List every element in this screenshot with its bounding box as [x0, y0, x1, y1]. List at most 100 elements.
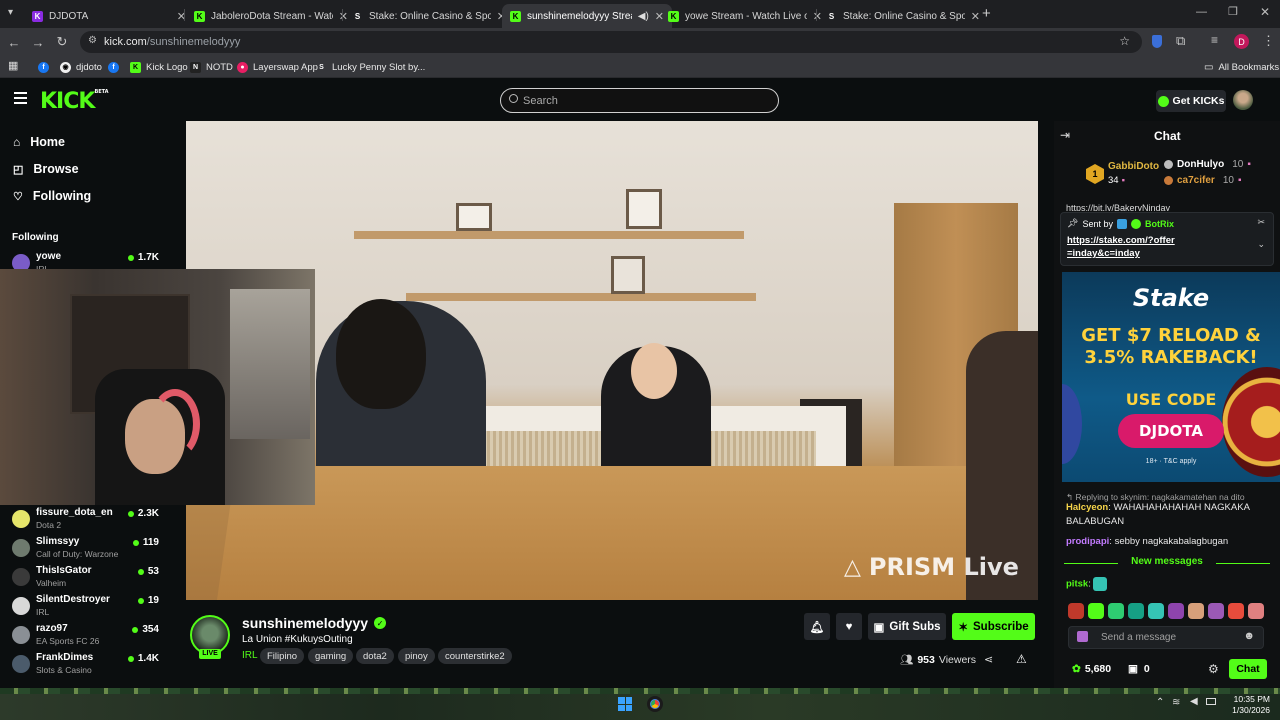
emote-icon[interactable] — [1128, 603, 1144, 619]
tag-chip[interactable]: counterstirke2 — [438, 648, 512, 664]
forward-button[interactable]: → — [29, 33, 47, 51]
sidebar-channel[interactable]: razo97 EA Sports FC 26 354 — [12, 623, 162, 651]
new-messages-divider[interactable]: New messages — [1054, 556, 1280, 567]
battery-icon[interactable] — [1206, 698, 1216, 705]
tab-sunshinemelodyyy[interactable]: K sunshinemelodyyy Stream ◀) ✕ — [502, 4, 672, 28]
bookmark-kick-logo[interactable]: K Kick Logo — [130, 59, 188, 75]
gifts-display[interactable]: ▣ 0 — [1128, 663, 1150, 675]
emote-icon[interactable] — [1208, 603, 1224, 619]
tab-search-icon[interactable]: ▾ — [8, 7, 22, 21]
expand-pinned-icon[interactable]: ⌄ — [1257, 239, 1265, 250]
tag-chip[interactable]: dota2 — [356, 648, 394, 664]
chrome-taskbar-icon[interactable] — [647, 696, 663, 712]
chat-username[interactable]: prodipapi — [1066, 536, 1109, 547]
address-bar[interactable]: ⚙ kick.com/sunshinemelodyyy ☆ — [80, 31, 1142, 53]
gift-icon[interactable] — [1077, 631, 1088, 642]
emote-icon[interactable] — [1228, 603, 1244, 619]
chat-settings-icon[interactable]: ⚙ — [1208, 662, 1219, 676]
points-display[interactable]: ✿ 5,680 — [1072, 663, 1111, 675]
emote-icon[interactable] — [1248, 603, 1264, 619]
back-button[interactable]: ← — [5, 33, 23, 51]
partial-chat-link[interactable]: https://bit.ly/BakeryNinday — [1066, 203, 1216, 211]
tab-stake-1[interactable]: S Stake: Online Casino & Sports B ✕ — [344, 4, 514, 28]
tag-chip[interactable]: Filipino — [260, 648, 305, 664]
sidebar-item-home[interactable]: ⌂ Home — [13, 135, 65, 149]
kick-logo[interactable]: KICKBETA — [40, 89, 109, 114]
notification-bell-button[interactable]: 🔔︎ — [804, 613, 830, 640]
tab-separator — [184, 9, 185, 21]
sidebar-item-browse[interactable]: ◰ Browse — [13, 162, 79, 176]
unpin-icon[interactable]: ✂ — [1257, 217, 1265, 228]
report-warning-icon[interactable]: ⚠ — [1016, 652, 1027, 666]
user-avatar[interactable] — [1233, 90, 1253, 110]
tab-yowe[interactable]: K yowe Stream - Watch Live on Ki ✕ — [660, 4, 830, 28]
subscribe-button[interactable]: ✶ Subscribe — [952, 613, 1035, 640]
all-bookmarks-button[interactable]: ▭ All Bookmarks — [1204, 59, 1279, 75]
apps-grid-icon[interactable]: ▦ — [8, 59, 18, 72]
pinned-link[interactable]: https://stake.com/?offer=inday&c=inday — [1067, 234, 1177, 260]
leaderboard-rank-2[interactable]: DonHulyo 10 ▪ — [1164, 159, 1251, 170]
extensions-puzzle-icon[interactable]: ⧉ — [1176, 33, 1185, 49]
wifi-icon[interactable]: ≋ — [1172, 697, 1180, 708]
leaderboard-rank-3[interactable]: ca7cifer 10 ▪ — [1164, 175, 1241, 186]
bookmark-star-icon[interactable]: ☆ — [1119, 34, 1130, 48]
bookmark-lucky-penny[interactable]: S Lucky Penny Slot by... — [316, 59, 425, 75]
collapse-chat-icon[interactable]: ⇥ — [1060, 128, 1070, 142]
emote-icon[interactable] — [1168, 603, 1184, 619]
site-info-icon[interactable]: ⚙ — [88, 35, 97, 46]
sidebar-channel[interactable]: ThisIsGator Valheim 53 — [12, 565, 162, 593]
chat-username[interactable]: Halcyeon — [1066, 502, 1108, 513]
maximize-window-button[interactable]: ❐ — [1228, 5, 1238, 18]
emote-icon[interactable] — [1188, 603, 1204, 619]
sidebar-channel[interactable]: fissure_dota_en Dota 2 2.3K — [12, 507, 162, 535]
speaker-icon[interactable]: ◀) — [638, 11, 649, 22]
stream-category-link[interactable]: IRL — [242, 650, 258, 661]
reload-button[interactable]: ↻ — [53, 33, 71, 51]
taskbar-date[interactable]: 1/30/2026 — [1222, 705, 1270, 715]
sidebar-channel[interactable]: SilentDestroyer IRL 19 — [12, 594, 162, 622]
bookmark-djdoto[interactable]: ◉ djdoto — [60, 59, 102, 75]
follow-heart-button[interactable]: ♥ — [836, 613, 862, 640]
bookmark-layerswap[interactable]: ● Layerswap App — [237, 59, 318, 75]
emote-icon[interactable] — [1148, 603, 1164, 619]
sidebar-item-following[interactable]: ♡ Following — [13, 189, 91, 203]
extension-shield-icon[interactable] — [1152, 35, 1162, 48]
bookmark-facebook-2[interactable]: f — [108, 59, 119, 75]
tab-stake-2[interactable]: S Stake: Online Casino & Sports B ✕ — [818, 4, 988, 28]
stake-promo-banner[interactable]: Stake GET $7 RELOAD & 3.5% RAKEBACK! USE… — [1062, 272, 1280, 482]
chat-username[interactable]: pitsk — [1066, 579, 1088, 590]
tab-djdota[interactable]: K DJDOTA ✕ — [24, 4, 194, 28]
taskbar-time[interactable]: 10:35 PM — [1226, 694, 1270, 704]
bookmark-facebook[interactable]: f — [38, 59, 49, 75]
chat-input[interactable]: Send a message ☻ — [1068, 626, 1264, 649]
volume-icon[interactable]: ◀ — [1190, 696, 1198, 707]
media-control-icon[interactable]: ≡ — [1211, 33, 1218, 47]
minimize-window-button[interactable]: — — [1196, 6, 1207, 18]
close-tab-icon[interactable]: ✕ — [971, 10, 980, 23]
tab-jabolerodota[interactable]: K JaboleroDota Stream - Watch Li ✕ — [186, 4, 356, 28]
share-icon[interactable]: ⋖ — [984, 653, 993, 666]
close-window-button[interactable]: ✕ — [1260, 5, 1270, 19]
tag-chip[interactable]: pinoy — [398, 648, 435, 664]
emoji-icon[interactable]: ☻ — [1243, 630, 1255, 642]
tray-overflow-icon[interactable]: ⌃ — [1156, 697, 1164, 708]
new-tab-button[interactable]: + — [982, 5, 991, 22]
emote-icon[interactable] — [1108, 603, 1124, 619]
sidebar-channel[interactable]: FrankDimes Slots & Casino 1.4K — [12, 652, 162, 680]
tag-chip[interactable]: gaming — [308, 648, 354, 664]
bookmark-notd[interactable]: N NOTD — [190, 59, 233, 75]
search-input[interactable]: Search — [500, 88, 779, 113]
gift-subs-button[interactable]: ▣ Gift Subs — [868, 613, 946, 640]
hamburger-menu-icon[interactable] — [14, 92, 27, 104]
browser-menu-icon[interactable]: ⋮ — [1262, 33, 1275, 49]
get-kicks-button[interactable]: Get KICKs — [1156, 90, 1226, 112]
emote-icon[interactable] — [1068, 603, 1084, 619]
sidebar-channel[interactable]: Slimssyy Call of Duty: Warzone 119 — [12, 536, 162, 564]
emote-icon[interactable] — [1088, 603, 1104, 619]
windows-start-icon[interactable] — [618, 697, 632, 711]
profile-avatar[interactable]: D — [1234, 34, 1249, 49]
leaderboard-rank-1[interactable]: 1 GabbiDoto 34 ▪ — [1086, 161, 1166, 189]
streamer-name[interactable]: sunshinemelodyyy — [242, 615, 368, 631]
send-chat-button[interactable]: Chat — [1229, 659, 1267, 679]
viewer-count-value: 1.7K — [137, 252, 159, 263]
